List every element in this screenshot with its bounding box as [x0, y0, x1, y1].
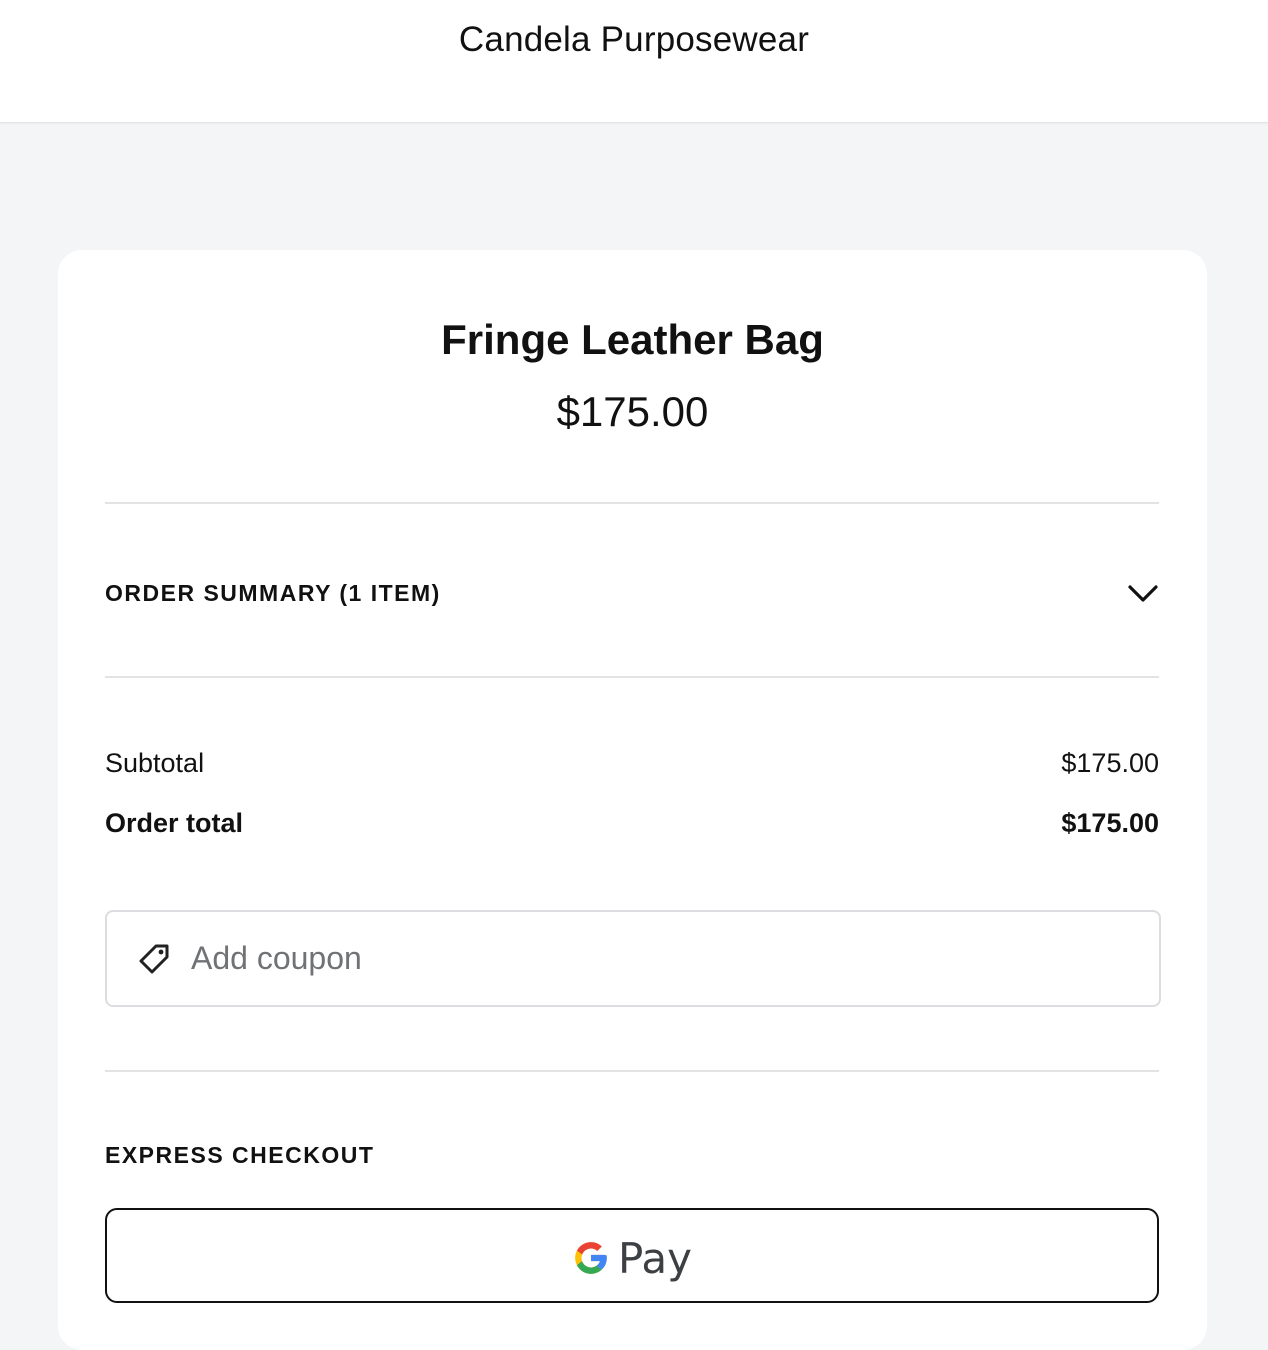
- google-pay-button[interactable]: Pay: [105, 1208, 1159, 1303]
- divider: [105, 676, 1159, 678]
- order-total-row: Order total $175.00: [105, 808, 1159, 842]
- express-checkout-label: EXPRESS CHECKOUT: [105, 1142, 375, 1168]
- subtotal-row: Subtotal $175.00: [105, 748, 1159, 782]
- product-price: $175.00: [556, 388, 709, 435]
- order-total-value: $175.00: [1061, 808, 1159, 838]
- order-summary-label: ORDER SUMMARY (1 ITEM): [105, 580, 441, 606]
- add-coupon-field[interactable]: Add coupon: [105, 910, 1161, 1007]
- tag-icon: [139, 944, 169, 974]
- product-title: Fringe Leather Bag: [441, 316, 824, 363]
- google-pay-content: Pay: [107, 1234, 1157, 1282]
- subtotal-value: $175.00: [1061, 748, 1159, 778]
- store-header: Candela Purposewear: [0, 0, 1268, 123]
- coupon-placeholder: Add coupon: [191, 940, 362, 976]
- store-name[interactable]: Candela Purposewear: [0, 20, 1268, 60]
- google-pay-label: Pay: [617, 1234, 693, 1283]
- checkout-card: Fringe Leather Bag $175.00 ORDER SUMMARY…: [58, 250, 1207, 1350]
- divider: [105, 1070, 1159, 1072]
- subtotal-label: Subtotal: [105, 748, 205, 778]
- chevron-down-icon[interactable]: [1127, 581, 1159, 605]
- order-total-label: Order total: [105, 808, 244, 838]
- google-g-icon: [575, 1242, 607, 1274]
- order-summary-toggle[interactable]: ORDER SUMMARY (1 ITEM): [105, 503, 1159, 677]
